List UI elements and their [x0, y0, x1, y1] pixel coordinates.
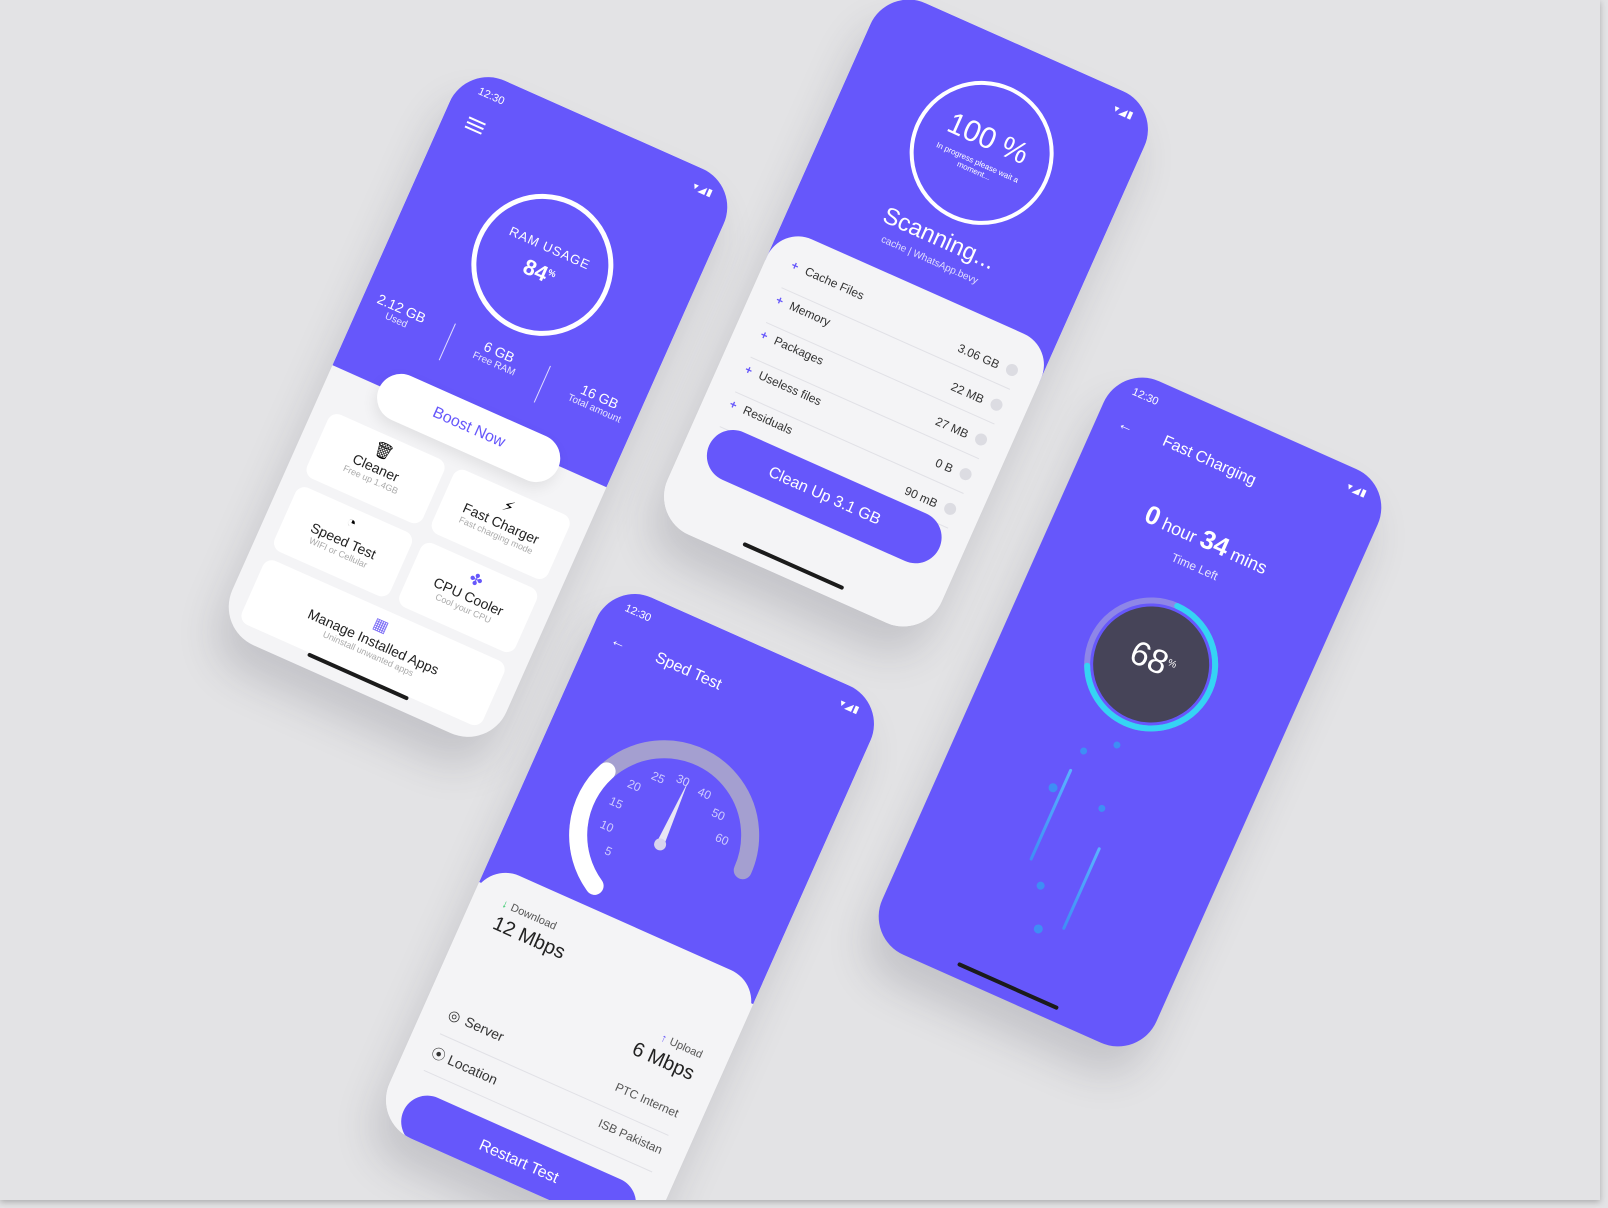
- upload-arrow-icon: ↑: [658, 1032, 669, 1046]
- charge-dot: [1035, 880, 1046, 891]
- charge-dot: [1112, 740, 1122, 750]
- page-title: Fast Charging: [1159, 432, 1259, 490]
- signal-icons: ▾◢▮: [1111, 103, 1136, 123]
- back-arrow-icon[interactable]: ←: [1115, 415, 1137, 438]
- frame: 12:30 ▾◢▮ RAM USAGE 84% 2.12 GB Used 6 GB…: [0, 0, 1600, 1200]
- check-icon: [973, 431, 989, 448]
- charge-dot: [1032, 923, 1045, 935]
- home-indicator: [956, 961, 1060, 1011]
- gauge-tick-label: 15: [607, 794, 625, 812]
- stat-used: 2.12 GB Used: [374, 290, 429, 331]
- canvas-background: 12:30 ▾◢▮ RAM USAGE 84% 2.12 GB Used 6 GB…: [0, 0, 1608, 1208]
- gauge-tick-label: 25: [649, 768, 667, 786]
- gauge-tick-label: 40: [696, 784, 714, 802]
- check-icon: [942, 500, 959, 517]
- charge-dot: [1097, 803, 1107, 814]
- plus-icon: +: [773, 292, 786, 309]
- ram-header: 12:30 ▾◢▮ RAM USAGE 84% 2.12 GB Used 6 GB…: [332, 63, 741, 488]
- battery-dial: 68%: [1056, 569, 1246, 759]
- gauge-needle: [656, 780, 689, 847]
- upload-block: ↑Upload 6 Mbps: [628, 1032, 705, 1085]
- signal-icons: ▾◢▮: [837, 697, 862, 717]
- divider: [438, 323, 456, 361]
- stat-total: 16 GB Total amount: [565, 381, 623, 426]
- divider: [533, 365, 551, 403]
- ram-usage-ring: RAM USAGE 84%: [448, 171, 637, 359]
- plus-icon: +: [789, 257, 802, 274]
- status-time: 12:30: [622, 602, 653, 625]
- plus-icon: +: [742, 362, 755, 378]
- gauge-tick-label: 50: [709, 805, 727, 823]
- gauge-tick-label: 20: [625, 776, 643, 794]
- gauge-tick-label: 30: [674, 771, 692, 789]
- gauge-tick-label: 5: [603, 843, 615, 859]
- download-block: ↓Download 12 Mbps: [489, 897, 569, 964]
- check-icon: [988, 396, 1005, 413]
- page-title: Sped Test: [652, 649, 725, 694]
- signal-icons: ▾◢▮: [1345, 481, 1369, 501]
- download-arrow-icon: ↓: [500, 897, 510, 912]
- charge-dot: [1047, 781, 1059, 794]
- menu-icon[interactable]: [463, 114, 487, 138]
- status-time: 12:30: [1130, 385, 1161, 409]
- stat-free: 6 GB Free RAM: [470, 338, 518, 379]
- signal-icons: ▾◢▮: [691, 180, 715, 200]
- charge-dot: [1079, 746, 1089, 756]
- gauge-tick-label: 60: [713, 830, 731, 848]
- check-icon: [957, 466, 974, 483]
- status-time: 12:30: [476, 85, 507, 108]
- back-arrow-icon[interactable]: ←: [607, 632, 630, 655]
- plus-icon: +: [727, 396, 740, 413]
- plus-icon: +: [758, 327, 771, 344]
- gauge-tick-label: 10: [598, 817, 616, 835]
- charge-streak: [1061, 846, 1102, 931]
- check-icon: [1004, 362, 1020, 378]
